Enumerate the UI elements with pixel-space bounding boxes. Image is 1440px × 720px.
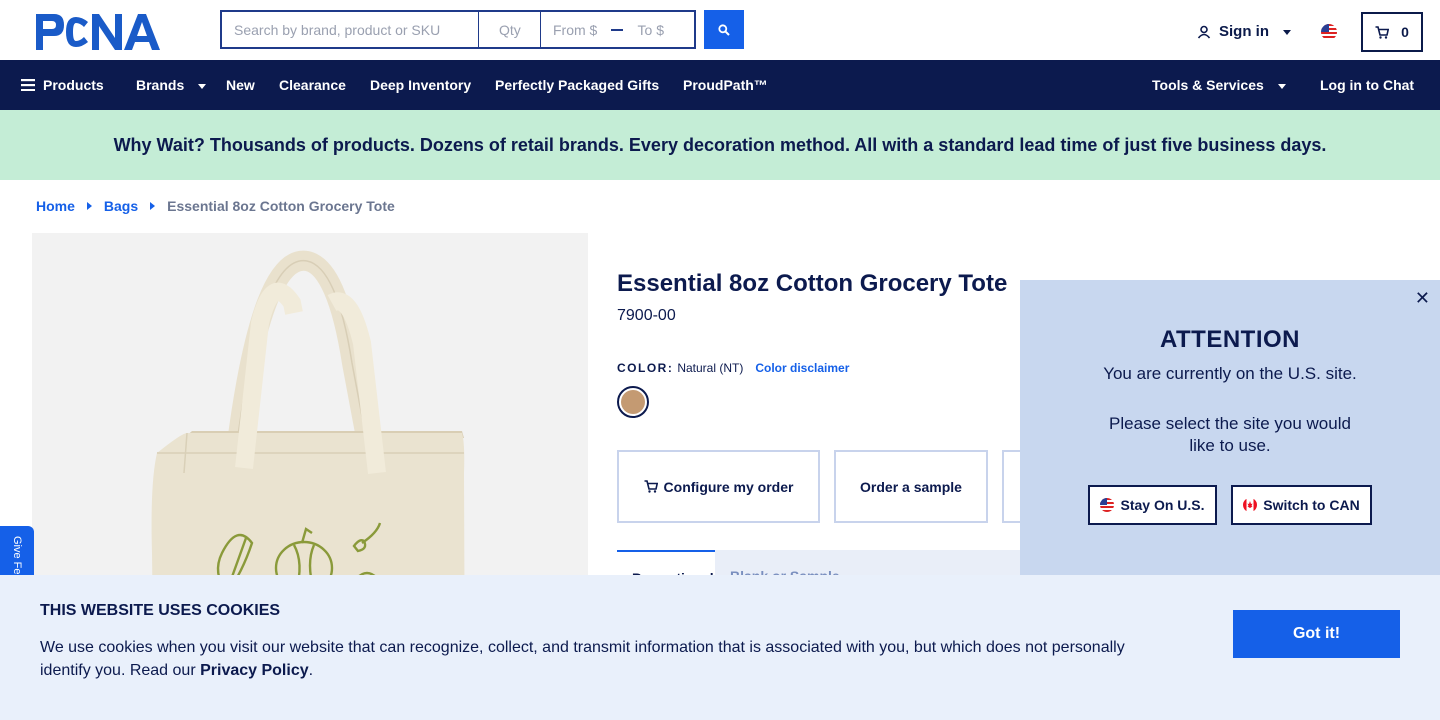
promo-banner-text: Why Wait? Thousands of products. Dozens …	[113, 134, 1327, 155]
nav-brands-label: Brands	[136, 77, 185, 93]
modal-line-current-site: You are currently on the U.S. site.	[1103, 364, 1357, 383]
nav-chat-label: Log in to Chat	[1320, 77, 1415, 93]
user-icon	[1197, 25, 1211, 39]
switch-can-button[interactable]: Switch to CAN	[1231, 485, 1372, 525]
nav-tools-label: Tools & Services	[1152, 77, 1264, 93]
close-icon[interactable]: ✕	[1415, 288, 1430, 309]
canada-flag-icon	[1243, 498, 1258, 512]
search-input[interactable]: Search by brand, product or SKU	[220, 10, 479, 49]
nav-products[interactable]: Products	[21, 60, 104, 110]
sign-in-menu[interactable]: Sign in	[1197, 23, 1291, 40]
nav-clearance-label: Clearance	[279, 77, 346, 93]
cookie-title: THIS WEBSITE USES COOKIES	[40, 602, 281, 619]
price-from-placeholder: From $	[553, 21, 598, 38]
nav-clearance[interactable]: Clearance	[279, 60, 346, 110]
configure-order-button[interactable]: Configure my order	[617, 450, 820, 523]
product-sku: 7900-00	[617, 307, 676, 324]
modal-line-select-site: Please select the site you would like to…	[1109, 414, 1351, 455]
order-sample-label: Order a sample	[860, 478, 962, 495]
swatch-fill	[621, 390, 645, 414]
chevron-down-icon	[1277, 83, 1286, 89]
sign-in-label: Sign in	[1219, 23, 1269, 40]
search-bar: Search by brand, product or SKU Qty From…	[220, 10, 744, 49]
nav-tools-services[interactable]: Tools & Services	[1152, 60, 1286, 110]
top-header: Search by brand, product or SKU Qty From…	[0, 0, 1440, 60]
breadcrumb-arrow-icon	[150, 202, 156, 210]
privacy-policy-link[interactable]: Privacy Policy	[200, 662, 309, 679]
main-nav: Products Brands New Clearance Deep Inven…	[0, 60, 1440, 110]
color-label: COLOR:	[617, 361, 674, 375]
search-button[interactable]	[704, 10, 744, 49]
nav-new[interactable]: New	[226, 60, 255, 110]
nav-deep-inventory[interactable]: Deep Inventory	[370, 60, 471, 110]
cart-count: 0	[1401, 24, 1409, 40]
breadcrumb-bags[interactable]: Bags	[104, 198, 138, 214]
cookie-text: We use cookies when you visit our websit…	[40, 636, 1150, 682]
color-swatch-natural[interactable]	[617, 386, 649, 418]
search-placeholder: Search by brand, product or SKU	[234, 21, 441, 38]
switch-can-label: Switch to CAN	[1263, 497, 1360, 513]
chevron-down-icon	[198, 83, 207, 89]
region-attention-modal: ✕ ATTENTION You are currently on the U.S…	[1020, 280, 1440, 580]
configure-order-label: Configure my order	[663, 478, 794, 495]
us-flag-icon	[1100, 498, 1115, 512]
cart-icon	[1375, 25, 1390, 39]
menu-icon	[21, 79, 35, 91]
nav-packaged-gifts[interactable]: Perfectly Packaged Gifts	[495, 60, 659, 110]
stay-us-label: Stay On U.S.	[1120, 497, 1205, 513]
breadcrumb-arrow-icon	[86, 202, 92, 210]
cookie-banner: THIS WEBSITE USES COOKIES We use cookies…	[0, 575, 1440, 720]
chevron-down-icon	[1283, 30, 1291, 35]
breadcrumb-current: Essential 8oz Cotton Grocery Tote	[167, 198, 395, 214]
nav-products-label: Products	[43, 77, 104, 93]
pcna-logo[interactable]	[36, 12, 184, 52]
product-title: Essential 8oz Cotton Grocery Tote	[617, 270, 1008, 297]
nav-proudpath-label: ProudPath™	[683, 77, 768, 93]
search-icon	[718, 23, 730, 36]
color-value: Natural (NT)	[677, 361, 744, 375]
promo-banner: Why Wait? Thousands of products. Dozens …	[0, 110, 1440, 180]
breadcrumb: Home Bags Essential 8oz Cotton Grocery T…	[36, 198, 395, 214]
nav-chat-login[interactable]: Log in to Chat	[1320, 60, 1414, 110]
nav-proudpath[interactable]: ProudPath™	[683, 60, 768, 110]
product-color-row: COLOR: Natural (NT) Color disclaimer	[617, 361, 849, 375]
order-sample-button[interactable]: Order a sample	[834, 450, 988, 523]
nav-packaged-gifts-label: Perfectly Packaged Gifts	[495, 77, 660, 93]
us-flag-icon[interactable]	[1321, 24, 1337, 40]
modal-title: ATTENTION	[1159, 326, 1301, 353]
stay-us-button[interactable]: Stay On U.S.	[1088, 485, 1217, 525]
got-it-label: Got it!	[1292, 625, 1341, 642]
color-disclaimer-link[interactable]: Color disclaimer	[755, 361, 849, 375]
price-range-input[interactable]: From $ To $	[541, 10, 696, 49]
breadcrumb-home[interactable]: Home	[36, 198, 75, 214]
price-to-placeholder: To $	[637, 21, 664, 38]
cart-button[interactable]: 0	[1361, 12, 1423, 52]
cart-icon	[644, 480, 658, 493]
nav-deep-inventory-label: Deep Inventory	[370, 77, 472, 93]
nav-brands[interactable]: Brands	[136, 60, 207, 110]
qty-placeholder: Qty	[499, 21, 521, 38]
qty-input[interactable]: Qty	[479, 10, 541, 49]
nav-new-label: New	[226, 77, 255, 93]
cookie-text-end: .	[308, 662, 314, 679]
got-it-button[interactable]: Got it!	[1233, 610, 1400, 658]
range-dash	[611, 28, 624, 31]
